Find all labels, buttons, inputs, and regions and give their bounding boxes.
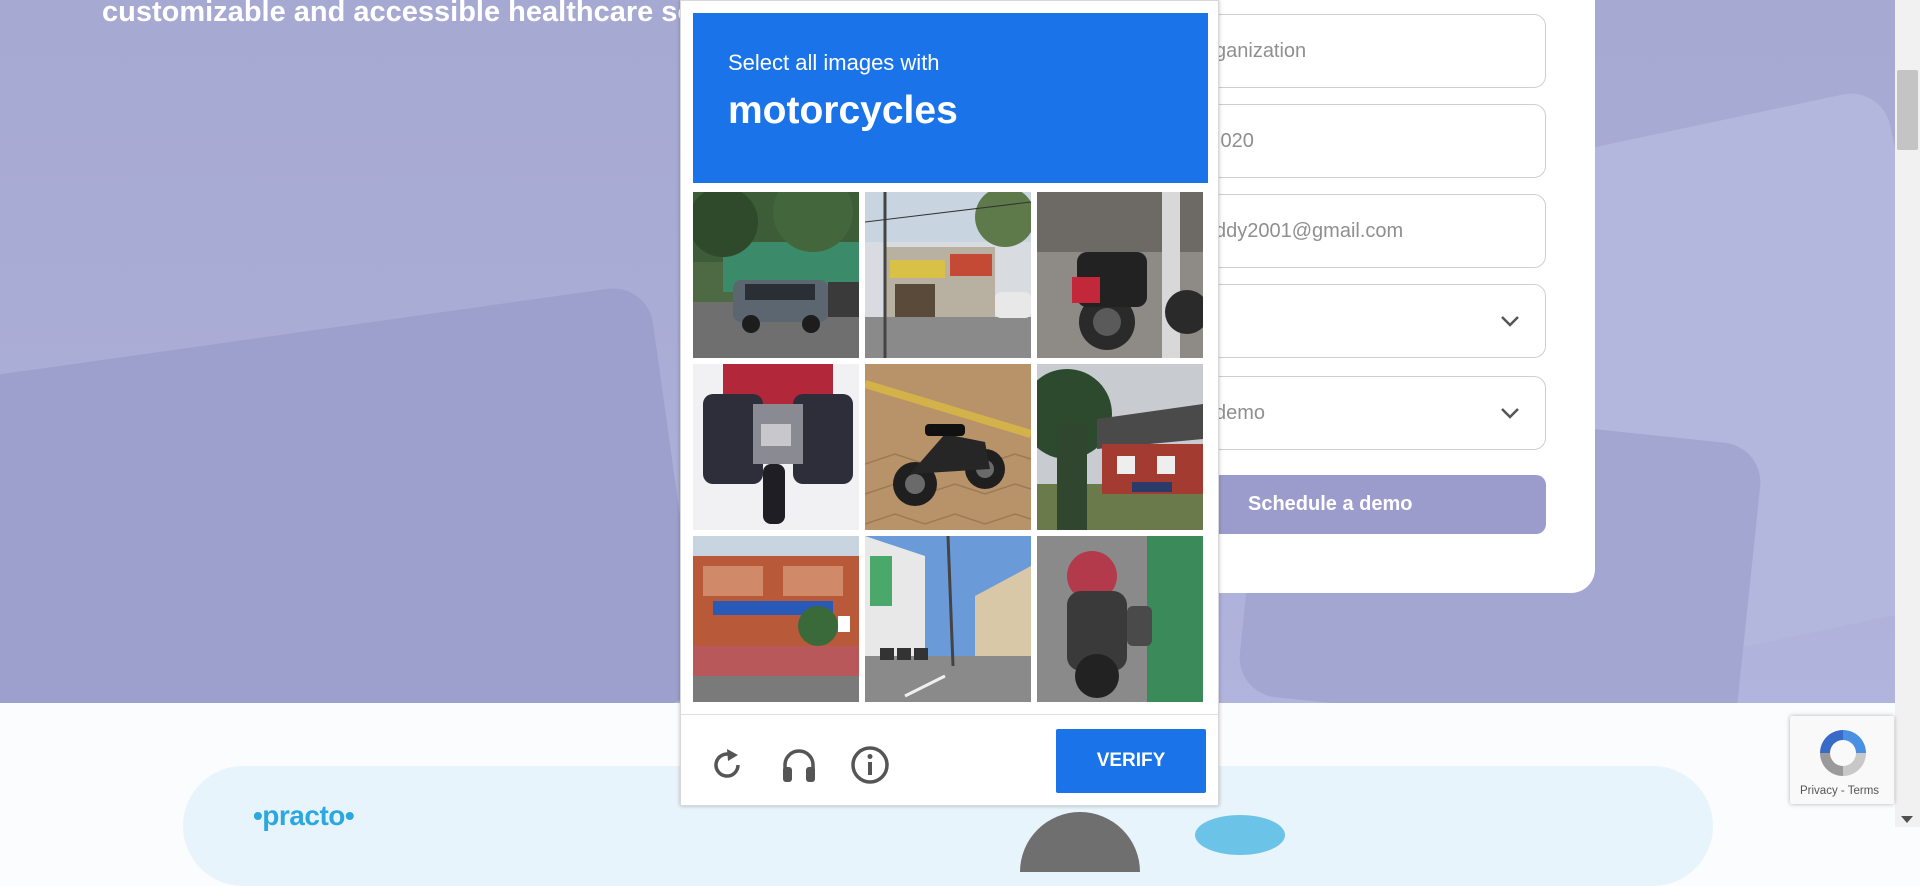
- captcha-instructions: Select all images with motorcycles: [693, 13, 1208, 183]
- hero-text: customizable and accessible healthcare s…: [102, 0, 721, 28]
- captcha-target-word: motorcycles: [728, 89, 958, 132]
- captcha-tile-9[interactable]: [1037, 536, 1203, 702]
- scroll-down-arrow-icon[interactable]: [1901, 816, 1913, 823]
- captcha-tile-image: [1037, 192, 1203, 358]
- captcha-tile-2[interactable]: [865, 192, 1031, 358]
- partner-illustration: [1195, 815, 1285, 855]
- captcha-tile-7[interactable]: [693, 536, 859, 702]
- captcha-tile-6[interactable]: [1037, 364, 1203, 530]
- captcha-tile-image: [865, 364, 1031, 530]
- info-icon[interactable]: [850, 745, 890, 785]
- headphones-icon[interactable]: [779, 745, 819, 785]
- scrollbar-thumb[interactable]: [1897, 70, 1918, 150]
- captcha-controls: VERIFY: [681, 714, 1218, 806]
- partner-logo: •practo•: [253, 800, 355, 831]
- recaptcha-badge[interactable]: Privacy - Terms: [1790, 716, 1894, 804]
- page-scrollbar[interactable]: [1895, 0, 1920, 827]
- captcha-tile-image: [1037, 364, 1203, 530]
- captcha-tile-image: [1037, 536, 1203, 702]
- captcha-challenge: Select all images with motorcycles VERIF…: [680, 0, 1219, 806]
- reload-icon[interactable]: [707, 745, 747, 785]
- recaptcha-privacy-terms[interactable]: Privacy - Terms: [1800, 785, 1879, 797]
- captcha-tile-8[interactable]: [865, 536, 1031, 702]
- captcha-tile-image: [693, 536, 859, 702]
- captcha-instruction-text: Select all images with: [728, 50, 940, 75]
- captcha-tile-image: [865, 192, 1031, 358]
- captcha-tile-image: [693, 192, 859, 358]
- captcha-tile-3[interactable]: [1037, 192, 1203, 358]
- captcha-tile-image: [865, 536, 1031, 702]
- chevron-down-icon: [1501, 408, 1519, 419]
- captcha-tile-1[interactable]: [693, 192, 859, 358]
- captcha-tile-image: [693, 364, 859, 530]
- select-field-2-value: demo: [1215, 402, 1266, 424]
- captcha-image-grid: [693, 192, 1209, 703]
- verify-button[interactable]: VERIFY: [1056, 729, 1206, 793]
- chevron-down-icon: [1501, 316, 1519, 327]
- hero-background-shape: [0, 283, 706, 703]
- recaptcha-logo-icon: [1820, 730, 1866, 776]
- captcha-tile-5[interactable]: [865, 364, 1031, 530]
- captcha-tile-4[interactable]: [693, 364, 859, 530]
